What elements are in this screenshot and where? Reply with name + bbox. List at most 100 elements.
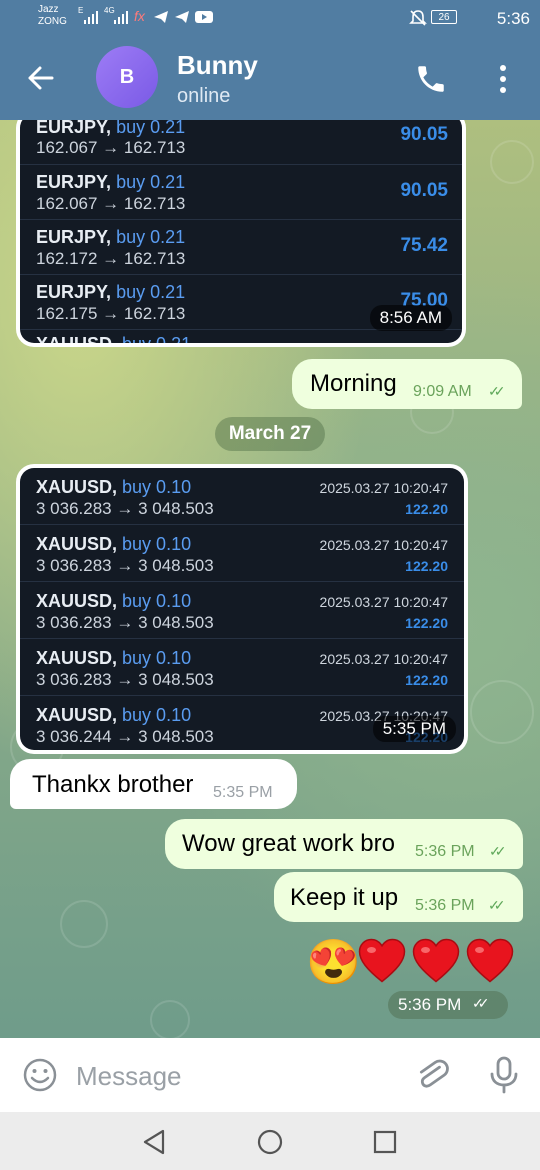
trade-row: EURJPY, buy 0.21 162.067 → 162.713 90.05 (20, 120, 462, 165)
message-time: 5:36 PM (415, 897, 475, 914)
outgoing-message[interactable]: Wow great work bro 5:36 PM ✓✓ (165, 819, 523, 869)
message-text: Morning (310, 370, 397, 397)
incoming-message[interactable]: Thankx brother 5:35 PM (10, 759, 297, 809)
trade-row: XAUUSD, buy 0.10 3 036.283 → 3 048.503 2… (20, 468, 464, 525)
contact-name[interactable]: Bunny (177, 50, 258, 81)
trade-date: 2025.03.27 10:20:47 (319, 537, 448, 553)
trade-profit: 122.20 (405, 672, 448, 688)
home-nav-icon[interactable] (257, 1129, 283, 1160)
read-checks-icon: ✓✓ (488, 897, 506, 913)
trade-prices: 162.175 → 162.713 (36, 304, 186, 323)
trade-side: buy 0.10 (122, 534, 192, 554)
wallpaper-doodle (60, 900, 108, 948)
carrier-1: Jazz (38, 4, 59, 15)
trades-screenshot: EURJPY, buy 0.21 162.067 → 162.713 90.05… (20, 120, 462, 343)
outgoing-message[interactable]: Keep it up 5:36 PM ✓✓ (274, 872, 523, 922)
emoji-time-badge: 5:36 PM ✓✓ (388, 991, 508, 1019)
mute-bell-icon (409, 9, 427, 32)
trade-symbol: EURJPY, buy 0.21 (36, 120, 185, 138)
message-time: 5:35 PM (372, 716, 456, 742)
read-checks-icon: ✓✓ (489, 843, 507, 859)
trade-prices: 3 036.283 → 3 048.503 (36, 613, 214, 632)
red-heart-icon (412, 938, 460, 983)
message-text: Wow great work bro (182, 830, 395, 857)
youtube-notif-icon (195, 10, 213, 29)
contact-status: online (177, 85, 231, 107)
trade-side: buy 0.21 (116, 282, 186, 302)
trade-prices: 3 036.283 → 3 048.503 (36, 556, 214, 575)
trade-side: buy 0.10 (122, 477, 192, 497)
trade-side: buy 0.21 (116, 172, 186, 192)
message-text: Keep it up (290, 884, 399, 911)
trade-row: EURJPY, buy 0.21 162.067 → 162.713 90.05 (20, 165, 462, 220)
chat-header: B Bunny online (0, 38, 540, 120)
microphone-icon[interactable] (489, 1056, 519, 1099)
trade-symbol: XAUUSD, buy 0.10 (36, 705, 192, 725)
trade-side: buy 0.21 (116, 227, 186, 247)
trade-prices: 162.172 → 162.713 (36, 249, 186, 268)
trade-profit: 75.42 (400, 235, 448, 256)
heart-eyes-emoji: 😍 (306, 938, 361, 987)
signal-icon-2 (114, 10, 130, 29)
battery-icon: 26 (431, 10, 457, 24)
trade-prices: 162.067 → 162.713 (36, 194, 186, 213)
trade-row: EURJPY, buy 0.21 162.172 → 162.713 75.42 (20, 220, 462, 275)
carrier-names: Jazz ZONG (38, 4, 67, 28)
trade-row: XAUUSD, buy 0.10 3 036.283 → 3 048.503 2… (20, 639, 464, 696)
phone-call-icon[interactable] (414, 62, 448, 101)
emoji-message[interactable]: 😍 (300, 930, 530, 994)
date-separator: March 27 (215, 417, 325, 451)
trade-date: 2025.03.27 10:20:47 (319, 594, 448, 610)
trade-prices: 3 036.283 → 3 048.503 (36, 499, 214, 518)
message-time: 9:09 AM (413, 383, 472, 400)
carrier-2: ZONG (38, 16, 67, 27)
attach-paperclip-icon[interactable] (414, 1056, 450, 1099)
trade-side: buy 0.21 (122, 334, 191, 343)
read-checks-icon: ✓✓ (472, 995, 490, 1011)
trade-symbol: EURJPY, buy 0.21 (36, 282, 186, 302)
trade-profit: 122.20 (405, 615, 448, 631)
trade-profit: 90.05 (400, 124, 448, 145)
trade-profit: 122.20 (405, 558, 448, 574)
red-heart-icon (466, 938, 514, 983)
trade-symbol: XAUUSD, buy 0.10 (36, 591, 192, 611)
trade-row: XAUUSD, buy 0.10 3 036.283 → 3 048.503 2… (20, 582, 464, 639)
trades-image-message[interactable]: EURJPY, buy 0.21 162.067 → 162.713 90.05… (16, 120, 466, 347)
clock: 5:36 (496, 9, 530, 28)
network-type-1: E (78, 6, 84, 15)
trade-profit: 90.05 (400, 180, 448, 201)
trade-row: XAUUSD, buy 0.21 (20, 330, 462, 343)
message-time: 5:35 PM (213, 784, 273, 801)
trade-prices: 162.067 → 162.713 (36, 138, 186, 157)
trade-side: buy 0.10 (122, 705, 192, 725)
trade-symbol: XAUUSD, buy 0.10 (36, 477, 192, 497)
more-menu-icon[interactable] (496, 64, 510, 99)
system-nav-bar (0, 1112, 540, 1170)
trade-symbol: XAUUSD, buy 0.10 (36, 648, 192, 668)
recents-nav-icon[interactable] (373, 1130, 397, 1159)
trade-side: buy 0.21 (116, 120, 186, 137)
message-time: 8:56 AM (369, 305, 452, 331)
message-composer: Message (0, 1038, 540, 1112)
status-bar: Jazz ZONG E 4G fx 26 5:36 (0, 0, 540, 38)
emoji-picker-icon[interactable] (22, 1057, 58, 1098)
trades-screenshot: XAUUSD, buy 0.10 3 036.283 → 3 048.503 2… (20, 468, 464, 750)
trade-date: 2025.03.27 10:20:47 (319, 480, 448, 496)
trade-date: 2025.03.27 10:20:47 (319, 651, 448, 667)
trade-symbol: EURJPY, buy 0.21 (36, 227, 186, 247)
trade-row: XAUUSD, buy 0.10 3 036.283 → 3 048.503 2… (20, 525, 464, 582)
outgoing-message[interactable]: Morning 9:09 AM ✓✓ (292, 359, 522, 409)
back-nav-icon[interactable] (142, 1129, 166, 1160)
back-arrow-icon[interactable] (24, 62, 56, 99)
trade-prices: 3 036.283 → 3 048.503 (36, 670, 214, 689)
avatar[interactable]: B (96, 46, 158, 108)
wallpaper-doodle (150, 1000, 190, 1038)
trade-symbol: XAUUSD, buy 0.21 (36, 334, 191, 343)
message-time: 5:36 PM (415, 843, 475, 860)
message-input[interactable]: Message (76, 1061, 182, 1092)
trade-symbol: XAUUSD, buy 0.10 (36, 534, 192, 554)
chat-area[interactable]: EURJPY, buy 0.21 162.067 → 162.713 90.05… (0, 120, 540, 1038)
red-heart-icon (358, 938, 406, 983)
trade-side: buy 0.10 (122, 591, 192, 611)
trades-image-message[interactable]: XAUUSD, buy 0.10 3 036.283 → 3 048.503 2… (16, 464, 468, 754)
